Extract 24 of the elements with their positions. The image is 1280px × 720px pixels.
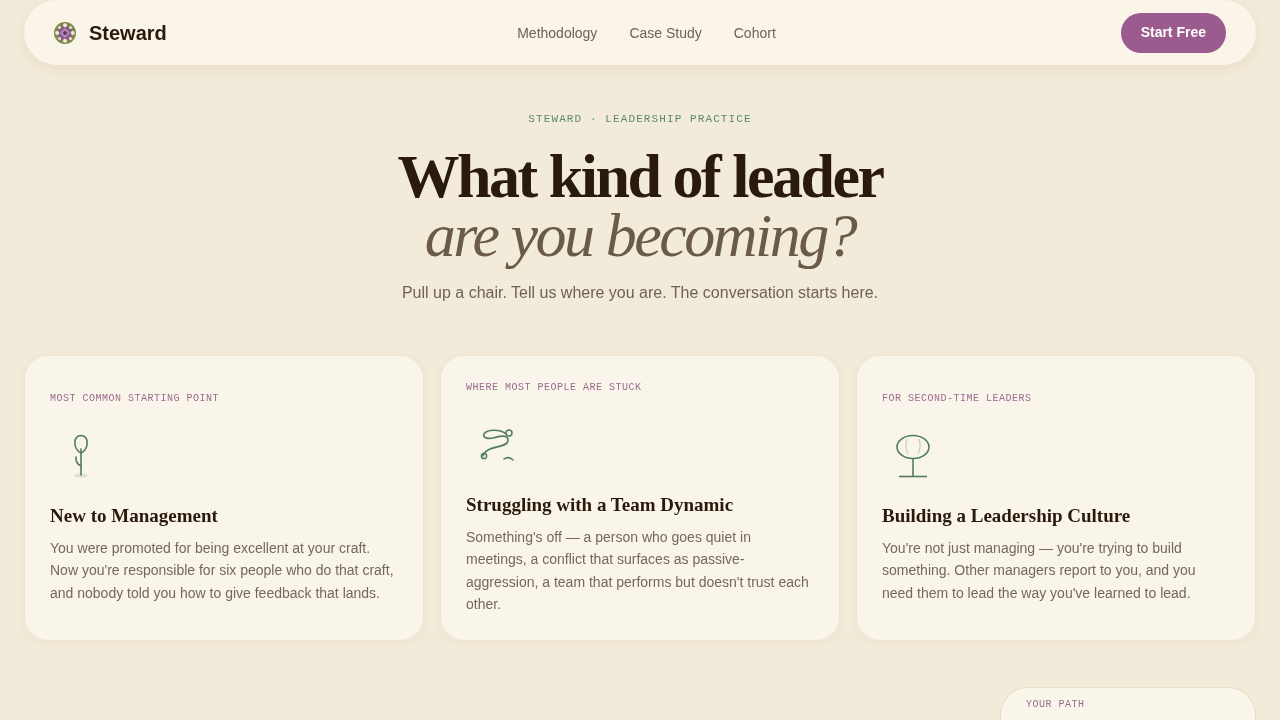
logo-icon (54, 21, 76, 44)
card-label: YOUR PATH (1026, 698, 1086, 712)
card-label: MOST COMMON STARTING POINT (50, 391, 221, 406)
nav-link[interactable]: Methodology (517, 22, 598, 43)
card-title: New to Management (50, 503, 219, 528)
situation-card[interactable] (440, 355, 840, 641)
situation-card[interactable] (856, 355, 1256, 641)
card-title: Building a Leadership Culture (882, 503, 1132, 528)
card-label: WHERE MOST PEOPLE ARE STUCK (466, 380, 643, 395)
headline-text: What kind of leader (397, 147, 883, 206)
card-title: Struggling with a Team Dynamic (466, 492, 735, 517)
card-label: FOR SECOND-TIME LEADERS (882, 391, 1033, 406)
tree-icon (895, 433, 931, 478)
squiggle-icon (479, 427, 515, 462)
situation-card[interactable] (24, 355, 424, 641)
nav-link[interactable]: Case Study (629, 22, 702, 43)
card-description: You're not just managing — you're trying to build something. Other managers report to you, and you need them to lead the way you've learned to lead. (882, 538, 1197, 603)
start-free-button[interactable]: Start Free (1120, 12, 1226, 53)
brand-name[interactable]: Steward (89, 20, 167, 45)
card-description: Something's off — a person who goes quiet in meetings, a conflict that surfaces as passive-aggression, a team that performs but doesn't trust each other. (466, 527, 810, 614)
nav-link[interactable]: Cohort (733, 22, 776, 43)
card-description: You were promoted for being excellent at your craft. Now you're responsible for six people who do that craft, and nobody told you how to give feedback that lands. (50, 538, 395, 603)
eyebrow-text: STEWARD · LEADERSHIP PRACTICE (528, 112, 752, 127)
subtitle-text: Pull up a chair. Tell us where you are. The conversation starts here. (401, 283, 879, 303)
